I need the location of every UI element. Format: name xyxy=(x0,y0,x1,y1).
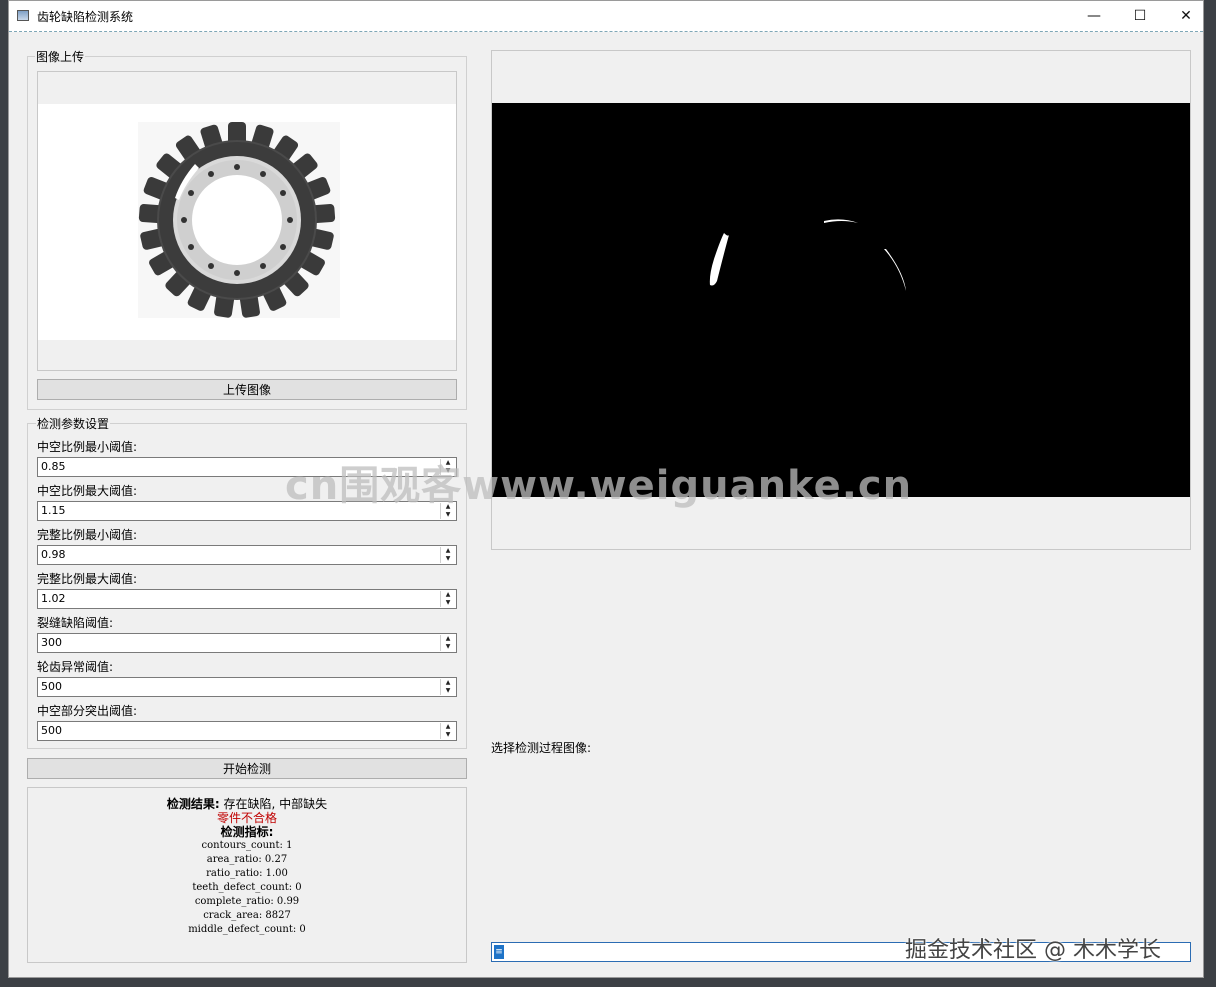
spin-up-icon[interactable]: ▲ xyxy=(441,547,455,555)
metrics-heading: 检测指标: xyxy=(220,825,274,839)
spin-down-icon[interactable]: ▼ xyxy=(441,555,455,563)
metric-complete-ratio: complete_ratio: 0.99 xyxy=(194,896,300,907)
metric-crack-area: crack_area: 8827 xyxy=(203,910,291,921)
result-verdict: 零件不合格 xyxy=(216,811,277,825)
metric-contours-count: contours_count: 1 xyxy=(201,840,293,851)
param-label-hollow-min: 中空比例最小阈值: xyxy=(37,440,138,454)
process-image xyxy=(492,103,1190,497)
crack-threshold-value: 300 xyxy=(41,636,62,649)
minimize-button[interactable]: — xyxy=(1071,1,1117,31)
result-panel: 检测结果: 存在缺陷, 中部缺失 零件不合格 检测指标: contours_co… xyxy=(27,787,467,963)
title-bar: 齿轮缺陷检测系统 — ☐ ✕ xyxy=(9,1,1203,32)
spin-down-icon[interactable]: ▼ xyxy=(441,643,455,651)
hollow-min-value: 0.85 xyxy=(41,460,66,473)
select-process-image-label: 选择检测过程图像: xyxy=(491,741,592,755)
param-label-hollow-max: 中空比例最大阈值: xyxy=(37,484,138,498)
complete-max-value: 1.02 xyxy=(41,592,66,605)
param-label-hollow-protrusion: 中空部分突出阈值: xyxy=(37,704,138,718)
param-label-teeth: 轮齿异常阈值: xyxy=(37,660,114,674)
hollow-protrusion-value: 500 xyxy=(41,724,62,737)
spin-up-icon[interactable]: ▲ xyxy=(441,635,455,643)
defect-mask-image xyxy=(709,219,906,291)
window-title: 齿轮缺陷检测系统 xyxy=(37,10,134,24)
spin-up-icon[interactable]: ▲ xyxy=(441,679,455,687)
param-label-complete-min: 完整比例最小阈值: xyxy=(37,528,138,542)
uploaded-image-area xyxy=(38,104,456,340)
spin-down-icon[interactable]: ▼ xyxy=(441,599,455,607)
upload-image-button[interactable]: 上传图像 xyxy=(37,379,457,400)
result-text: 存在缺陷, 中部缺失 xyxy=(219,797,328,811)
spin-up-icon[interactable]: ▲ xyxy=(441,591,455,599)
complete-min-spinbox[interactable]: 0.98 ▲ ▼ xyxy=(37,545,457,565)
metric-teeth-defect-count: teeth_defect_count: 0 xyxy=(192,882,302,893)
metric-ratio-ratio: ratio_ratio: 1.00 xyxy=(206,868,288,879)
spin-down-icon[interactable]: ▼ xyxy=(441,687,455,695)
gear-image xyxy=(138,122,340,318)
maximize-button[interactable]: ☐ xyxy=(1117,1,1163,31)
combo-indicator-icon: ≡ xyxy=(494,945,504,959)
complete-min-value: 0.98 xyxy=(41,548,66,561)
teeth-threshold-spinbox[interactable]: 500 ▲ ▼ xyxy=(37,677,457,697)
result-heading: 检测结果: xyxy=(166,797,220,811)
spin-up-icon[interactable]: ▲ xyxy=(441,723,455,731)
spin-down-icon[interactable]: ▼ xyxy=(441,731,455,739)
bottom-right-watermark: 掘金技术社区 @ 木木学长 xyxy=(905,938,1161,963)
app-icon xyxy=(17,10,29,21)
metric-area-ratio: area_ratio: 0.27 xyxy=(206,854,288,865)
complete-max-spinbox[interactable]: 1.02 ▲ ▼ xyxy=(37,589,457,609)
param-label-crack: 裂缝缺陷阈值: xyxy=(37,616,114,630)
result-summary: 检测结果: 存在缺陷, 中部缺失 xyxy=(28,797,466,811)
uploaded-image-preview xyxy=(37,71,457,371)
start-detection-button[interactable]: 开始检测 xyxy=(27,758,467,779)
close-button[interactable]: ✕ xyxy=(1163,1,1209,31)
crack-threshold-spinbox[interactable]: 300 ▲ ▼ xyxy=(37,633,457,653)
metric-middle-defect-count: middle_defect_count: 0 xyxy=(188,924,306,935)
hollow-max-value: 1.15 xyxy=(41,504,66,517)
spin-down-icon[interactable]: ▼ xyxy=(441,511,455,519)
param-label-complete-max: 完整比例最大阈值: xyxy=(37,572,138,586)
teeth-threshold-value: 500 xyxy=(41,680,62,693)
params-group-title: 检测参数设置 xyxy=(36,415,111,432)
center-watermark: cn围观客www.weiguanke.cn xyxy=(285,463,913,509)
upload-group-title: 图像上传 xyxy=(35,48,86,65)
hollow-protrusion-spinbox[interactable]: 500 ▲ ▼ xyxy=(37,721,457,741)
